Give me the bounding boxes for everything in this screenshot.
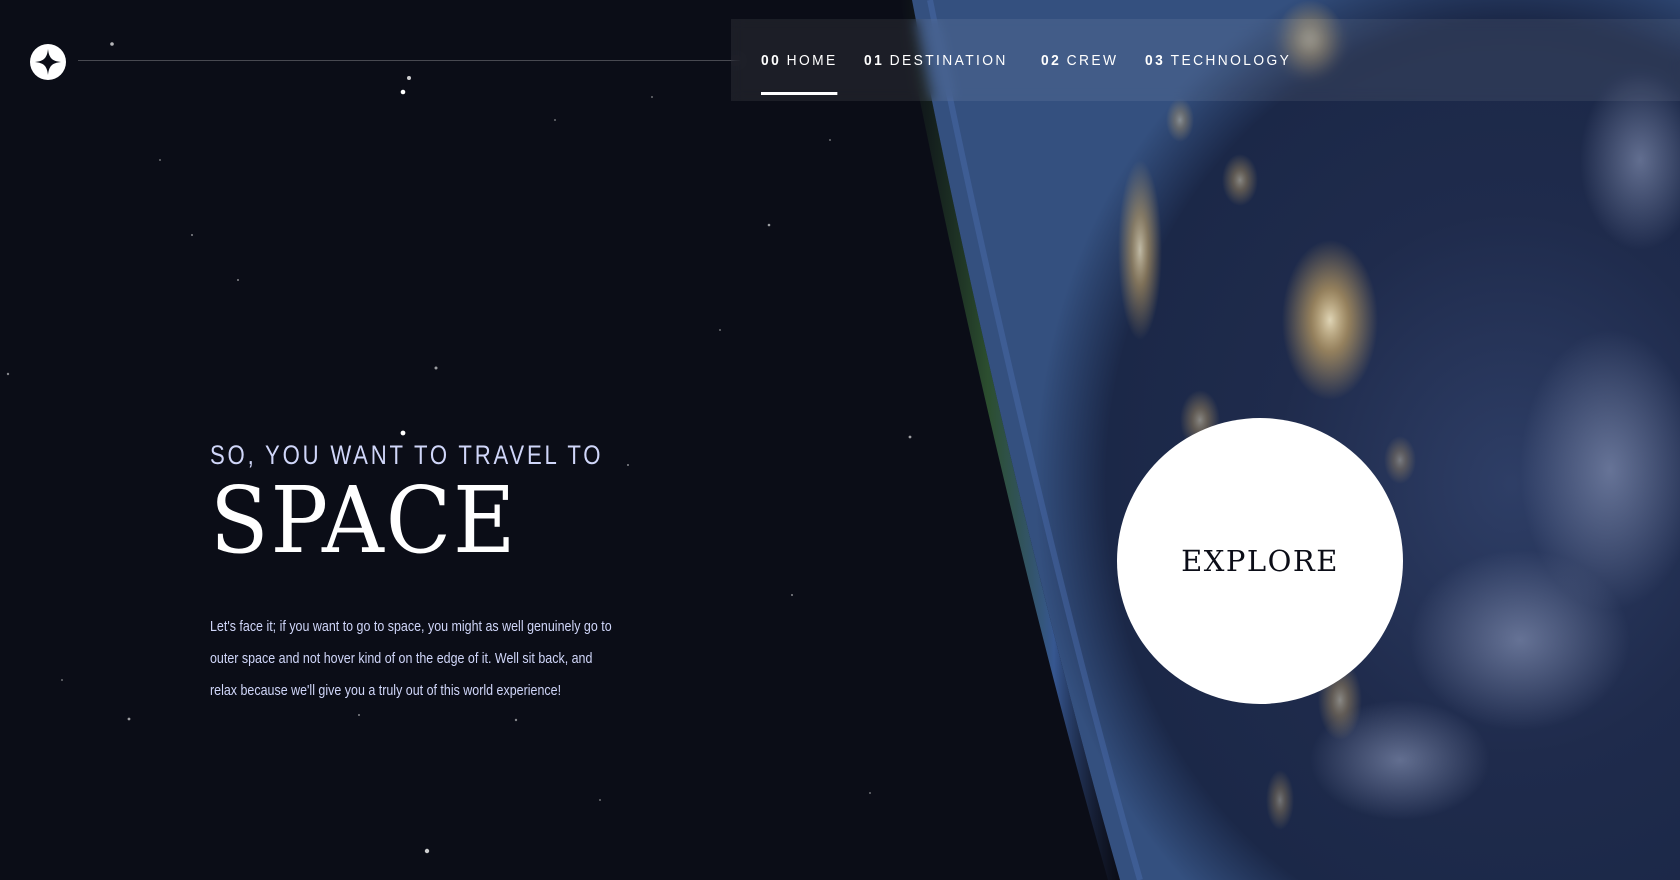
primary-navigation: 00 HOME 01 DESTINATION 02 CREW 03 TECHNO… <box>731 19 1680 101</box>
nav-list: 00 HOME 01 DESTINATION 02 CREW 03 TECHNO… <box>761 19 1304 101</box>
nav-item-technology[interactable]: 03 TECHNOLOGY <box>1145 19 1291 101</box>
four-point-star-logo-icon[interactable] <box>28 42 68 82</box>
nav-item-number: 03 <box>1144 51 1165 69</box>
nav-item-label: CREW <box>1066 51 1118 69</box>
nav-item-label: TECHNOLOGY <box>1170 51 1291 69</box>
hero-description: Let's face it; if you want to go to spac… <box>210 619 612 699</box>
nav-item-destination[interactable]: 01 DESTINATION <box>864 19 1008 101</box>
nav-item-home[interactable]: 00 HOME <box>761 19 838 101</box>
nav-item-number: 00 <box>761 51 782 69</box>
explore-button[interactable]: EXPLORE <box>1117 418 1403 704</box>
nav-item-number: 01 <box>864 51 885 69</box>
nav-item-number: 02 <box>1040 51 1061 69</box>
header-divider-line <box>78 60 740 61</box>
nav-item-label: HOME <box>786 51 838 69</box>
nav-item-crew[interactable]: 02 CREW <box>1041 19 1118 101</box>
nav-item-label: DESTINATION <box>889 51 1009 69</box>
hero-section: SO, YOU WANT TO TRAVEL TO SPACE Let's fa… <box>210 440 640 707</box>
hero-title: SPACE <box>210 467 518 574</box>
